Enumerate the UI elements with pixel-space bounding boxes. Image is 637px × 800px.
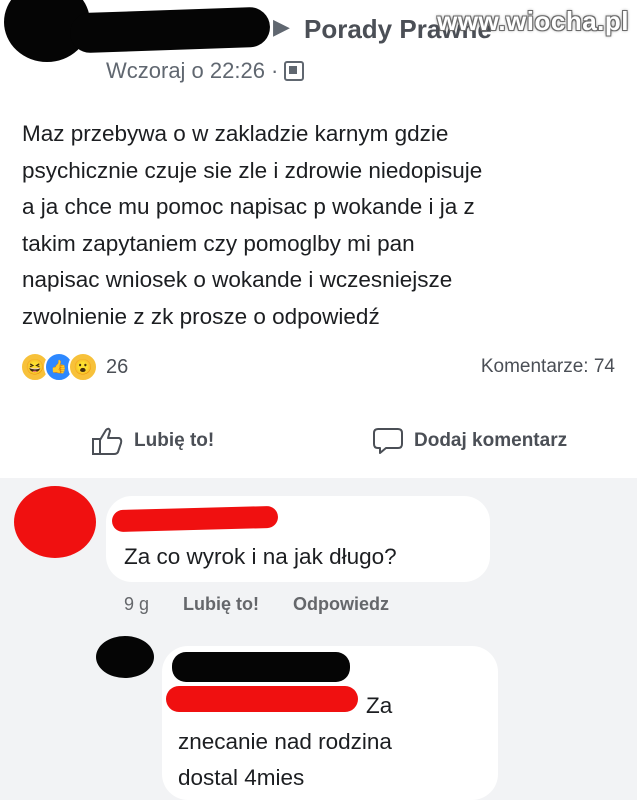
comment-like-link[interactable]: Lubię to! [183,594,259,615]
commenter-avatar-redacted [14,486,96,558]
post-body-line: psychicznie czuje sie zle i zdrowie nied… [22,157,483,183]
comment-reply-link[interactable]: Odpowiedz [293,594,389,615]
post-body-line: Maz przebywa o w zakladzie karnym gdzie [22,121,449,146]
reply-text: Za znecanie nad rodzina dostal 4mies [178,688,478,796]
like-button[interactable]: Lubię to! [90,426,214,456]
group-audience-icon [284,61,305,81]
author-name-redacted [69,6,271,54]
reply-avatar-redacted [96,636,154,678]
wow-reaction-icon: 😮 [68,352,98,382]
commenter-name-redacted [111,505,279,533]
comment-text: Za co wyrok i na jak długo? [124,544,397,569]
watermark: www.wiocha.pl [437,6,629,36]
comment-actions: 9 g Lubię to! Odpowiedz [124,594,389,615]
post-meta: Wczoraj o 22:26 · [106,58,305,84]
reply-line: dostal 4mies [178,765,305,790]
meta-separator: · [270,58,279,83]
reply-name-redacted [172,652,350,682]
reply-line: znecanie nad rodzina [178,729,392,754]
comments-count-link[interactable]: Komentarze: 74 [481,356,615,378]
speech-bubble-icon [373,428,403,454]
comment-button[interactable]: Dodaj komentarz [372,426,567,456]
post-body-line: takim zapytaniem czy pomoglby mi pan [22,230,415,256]
post-body: Maz przebywa o w zakladzie karnym gdzie … [22,116,622,335]
like-button-label: Lubię to! [134,430,215,451]
reaction-count: 26 [106,355,129,378]
post-action-row: Lubię to! Dodaj komentarz [0,418,637,474]
comment-age: 9 g [124,594,150,614]
post-card: ▶ Porady Prawne www.wiocha.pl Wczoraj o … [0,0,637,478]
post-body-line: zwolnienie z zk prosze o odpowiedź [22,303,380,329]
comment-button-label: Dodaj komentarz [414,430,568,451]
caret-right-icon: ▶ [273,14,290,39]
reaction-summary[interactable]: 😆 👍 😮 26 [20,352,128,382]
post-body-line: a ja chce mu pomoc napisac p wokande i j… [22,194,475,219]
post-body-line: napisac wniosek o wokande i wczesniejsze [22,267,453,292]
reply-line: Za [366,693,393,718]
thumbs-up-icon [92,427,123,455]
post-timestamp[interactable]: Wczoraj o 22:26 [106,58,265,84]
